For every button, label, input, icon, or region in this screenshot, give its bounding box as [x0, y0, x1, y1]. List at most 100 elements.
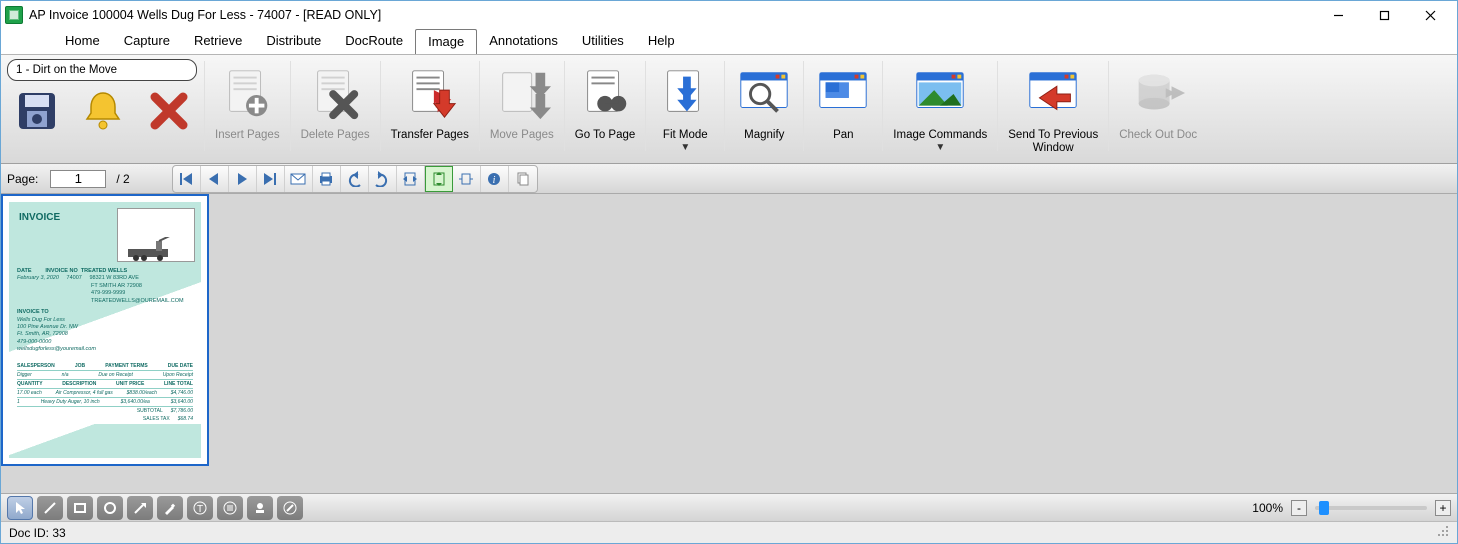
chevron-down-icon: ▼ [935, 144, 945, 152]
send-previous-button[interactable]: Send To Previous Window [1000, 59, 1106, 155]
text-tool[interactable]: T [187, 496, 213, 520]
page-combo-value: 1 - Dirt on the Move [16, 64, 117, 76]
menu-docroute[interactable]: DocRoute [333, 29, 415, 54]
line-tool[interactable] [37, 496, 63, 520]
arrow-tool[interactable] [127, 496, 153, 520]
zoom-out-button[interactable]: - [1291, 500, 1307, 516]
pan-icon [814, 59, 872, 129]
doc-id: Doc ID: 33 [9, 526, 66, 540]
print-button[interactable] [313, 166, 341, 192]
app-icon [5, 6, 23, 24]
image-commands-label: Image Commands [893, 129, 987, 142]
move-pages-label: Move Pages [490, 129, 554, 142]
menubar: Home Capture Retrieve Distribute DocRout… [1, 29, 1457, 54]
close-button[interactable] [1407, 1, 1453, 29]
fit-width-button[interactable] [397, 166, 425, 192]
note-tool[interactable] [217, 496, 243, 520]
menu-help[interactable]: Help [636, 29, 687, 54]
ribbon-left: 1 - Dirt on the Move [7, 59, 202, 135]
menu-distribute[interactable]: Distribute [254, 29, 333, 54]
fit-mode-label: Fit Mode [663, 129, 708, 142]
checkout-doc-button[interactable]: Check Out Doc [1111, 59, 1205, 142]
move-pages-icon [493, 59, 551, 129]
svg-text:i: i [493, 175, 496, 186]
move-pages-button[interactable]: Move Pages [482, 59, 562, 142]
zoom-thumb[interactable] [1319, 501, 1329, 515]
page-number-input[interactable] [50, 170, 106, 188]
transfer-pages-label: Transfer Pages [391, 129, 469, 142]
menu-home[interactable]: Home [53, 29, 112, 54]
page-nav-toolbar: Page: / 2 i [1, 164, 1457, 194]
titlebar: AP Invoice 100004 Wells Dug For Less - 7… [1, 1, 1457, 29]
zoom-slider[interactable] [1315, 506, 1427, 510]
undo-button[interactable] [341, 166, 369, 192]
menu-capture[interactable]: Capture [112, 29, 182, 54]
magnify-icon [735, 59, 793, 129]
magnify-label: Magnify [744, 129, 784, 142]
resize-grip-icon[interactable] [1437, 525, 1449, 540]
magnify-button[interactable]: Magnify [727, 59, 801, 142]
freehand-tool[interactable] [277, 496, 303, 520]
redo-button[interactable] [369, 166, 397, 192]
save-button[interactable] [13, 87, 61, 135]
prev-page-button[interactable] [201, 166, 229, 192]
window-title: AP Invoice 100004 Wells Dug For Less - 7… [29, 8, 381, 22]
quick-buttons [7, 87, 202, 135]
goto-page-icon [576, 59, 634, 129]
menu-retrieve[interactable]: Retrieve [182, 29, 254, 54]
maximize-button[interactable] [1361, 1, 1407, 29]
goto-page-button[interactable]: Go To Page [567, 59, 644, 142]
delete-x-button[interactable] [145, 87, 193, 135]
window-controls [1315, 1, 1453, 29]
bell-button[interactable] [79, 87, 127, 135]
zoom-controls: 100% - + [1252, 500, 1451, 516]
minimize-button[interactable] [1315, 1, 1361, 29]
send-previous-icon [1024, 59, 1082, 129]
info-button[interactable]: i [481, 166, 509, 192]
annotation-toolbar: T 100% - + [1, 493, 1457, 521]
transfer-pages-button[interactable]: Transfer Pages [383, 59, 477, 142]
fit-mode-button[interactable]: Fit Mode ▼ [648, 59, 722, 152]
rect-tool[interactable] [67, 496, 93, 520]
ribbon: 1 - Dirt on the Move Insert Pages [1, 54, 1457, 164]
stamp-tool[interactable] [247, 496, 273, 520]
delete-pages-button[interactable]: Delete Pages [293, 59, 378, 142]
menu-image[interactable]: Image [415, 29, 477, 54]
zoom-label: 100% [1252, 501, 1283, 515]
send-previous-label: Send To Previous Window [1008, 129, 1098, 155]
actual-size-button[interactable] [453, 166, 481, 192]
checkout-doc-icon [1129, 59, 1187, 129]
svg-text:T: T [197, 504, 203, 515]
insert-pages-icon [218, 59, 276, 129]
next-page-button[interactable] [229, 166, 257, 192]
image-commands-icon [911, 59, 969, 129]
copy-page-button[interactable] [509, 166, 537, 192]
first-page-button[interactable] [173, 166, 201, 192]
statusbar: Doc ID: 33 [1, 521, 1457, 543]
page-total: / 2 [116, 172, 129, 186]
insert-pages-button[interactable]: Insert Pages [207, 59, 288, 142]
page-thumbnail[interactable]: INVOICE DATE INVOICE NO TREATED WELLS Fe… [1, 194, 209, 466]
ellipse-tool[interactable] [97, 496, 123, 520]
fit-mode-icon [656, 59, 714, 129]
thumb-picture [117, 208, 195, 262]
pan-button[interactable]: Pan [806, 59, 880, 142]
workspace[interactable]: INVOICE DATE INVOICE NO TREATED WELLS Fe… [1, 194, 1457, 493]
mail-button[interactable] [285, 166, 313, 192]
page-combo[interactable]: 1 - Dirt on the Move [7, 59, 197, 81]
delete-pages-icon [306, 59, 364, 129]
pointer-tool[interactable] [7, 496, 33, 520]
page-label: Page: [7, 172, 38, 186]
image-commands-button[interactable]: Image Commands ▼ [885, 59, 995, 152]
thumb-heading: INVOICE [19, 212, 60, 223]
last-page-button[interactable] [257, 166, 285, 192]
menu-utilities[interactable]: Utilities [570, 29, 636, 54]
thumb-header-block: DATE INVOICE NO TREATED WELLS February 3… [17, 268, 184, 354]
thumb-table: SALESPERSONJOBPAYMENT TERMSDUE DATE Digg… [17, 362, 193, 431]
delete-pages-label: Delete Pages [301, 129, 370, 142]
goto-page-label: Go To Page [575, 129, 636, 142]
zoom-in-button[interactable]: + [1435, 500, 1451, 516]
menu-annotations[interactable]: Annotations [477, 29, 570, 54]
highlight-tool[interactable] [157, 496, 183, 520]
fit-page-button[interactable] [425, 166, 453, 192]
